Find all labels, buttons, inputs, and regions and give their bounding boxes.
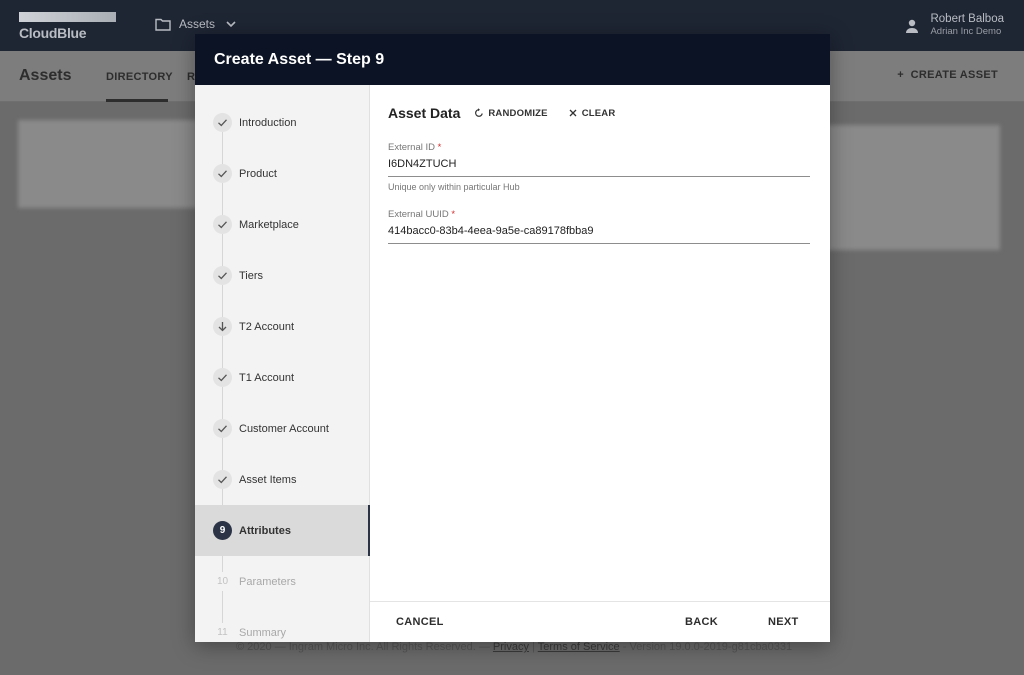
step-product[interactable]: Product	[195, 148, 370, 199]
check-icon	[213, 164, 232, 183]
footer-copyright: © 2020 — Ingram Micro Inc. All Rights Re…	[236, 641, 493, 653]
check-icon	[213, 470, 232, 489]
step-number: 10	[216, 576, 229, 587]
step-parameters[interactable]: 10 Parameters	[195, 556, 370, 607]
step-number: 9	[213, 521, 232, 540]
background-card	[828, 125, 1000, 250]
tab-active-indicator	[106, 99, 168, 102]
step-label: Tiers	[239, 269, 264, 282]
back-button[interactable]: BACK	[685, 616, 718, 628]
step-asset-items[interactable]: Asset Items	[195, 454, 370, 505]
tab-second[interactable]: R	[187, 71, 195, 83]
check-icon	[213, 113, 232, 132]
create-asset-button[interactable]: + CREATE ASSET	[897, 69, 998, 81]
check-icon	[213, 215, 232, 234]
cancel-button[interactable]: CANCEL	[396, 616, 444, 628]
create-asset-label: CREATE ASSET	[910, 69, 998, 81]
step-label: Customer Account	[239, 422, 329, 435]
required-mark: *	[451, 209, 456, 220]
step-label: Parameters	[239, 575, 296, 588]
cloudblue-logo[interactable]: CloudBlue	[19, 12, 116, 41]
refresh-icon	[475, 108, 484, 117]
external-uuid-field: External UUID * 414bacc0-83b4-4eea-9a5e-…	[388, 209, 811, 244]
check-icon	[213, 266, 232, 285]
external-id-field: External ID * I6DN4ZTUCH Unique only wit…	[388, 142, 811, 192]
dialog-actions: CANCEL BACK NEXT	[370, 601, 830, 642]
next-button[interactable]: NEXT	[768, 616, 799, 628]
brand-name: CloudBlue	[19, 25, 87, 41]
clear-label: CLEAR	[581, 107, 616, 119]
footer-separator: |	[528, 641, 538, 653]
section-selector-label: Assets	[179, 17, 216, 31]
asset-data-section: Asset Data RANDOMIZE CLEAR External ID *…	[370, 85, 830, 601]
chevron-down-icon	[226, 21, 236, 28]
close-icon	[569, 109, 577, 117]
step-label: Marketplace	[239, 218, 299, 231]
step-label: Attributes	[239, 524, 291, 537]
step-label: T1 Account	[239, 371, 295, 384]
step-summary[interactable]: 11 Summary	[195, 607, 370, 642]
arrow-down-icon	[213, 317, 232, 336]
step-introduction[interactable]: Introduction	[195, 97, 370, 148]
step-attributes[interactable]: 9 Attributes	[195, 505, 370, 556]
check-icon	[213, 368, 232, 387]
step-t1-account[interactable]: T1 Account	[195, 352, 370, 403]
randomize-button[interactable]: RANDOMIZE	[474, 107, 548, 119]
tab-directory[interactable]: DIRECTORY	[106, 71, 173, 83]
step-label: Product	[239, 167, 277, 180]
check-icon	[213, 419, 232, 438]
wizard-steps: Introduction Product Marketplace Tiers T2 Ac…	[195, 85, 370, 642]
user-menu[interactable]: Robert Balboa Adrian Inc Demo	[904, 13, 1004, 38]
section-selector[interactable]: Assets	[155, 17, 237, 31]
footer-version: - Version 19.0.0-2019-g81cba0331	[619, 641, 793, 653]
randomize-label: RANDOMIZE	[488, 107, 548, 119]
step-label: T2 Account	[239, 320, 295, 333]
step-tiers[interactable]: Tiers	[195, 250, 370, 301]
required-mark: *	[437, 142, 442, 153]
page-title: Assets	[19, 67, 72, 84]
create-asset-dialog: Create Asset — Step 9 Introduction Produc…	[195, 34, 830, 642]
user-icon	[906, 19, 919, 33]
clear-button[interactable]: CLEAR	[568, 108, 616, 119]
page-footer: © 2020 — Ingram Micro Inc. All Rights Re…	[236, 641, 792, 653]
external-id-label: External ID *	[388, 142, 442, 153]
privacy-link[interactable]: Privacy	[493, 641, 529, 653]
step-label: Summary	[239, 626, 287, 639]
step-t2-account[interactable]: T2 Account	[195, 301, 370, 352]
step-label: Asset Items	[239, 473, 297, 486]
external-id-input[interactable]: I6DN4ZTUCH	[388, 153, 810, 177]
terms-link[interactable]: Terms of Service	[538, 641, 620, 653]
step-label: Introduction	[239, 116, 297, 129]
step-marketplace[interactable]: Marketplace	[195, 199, 370, 250]
background-card	[18, 120, 198, 208]
external-id-hint: Unique only within particular Hub	[388, 182, 520, 192]
step-customer-account[interactable]: Customer Account	[195, 403, 370, 454]
section-title: Asset Data	[388, 105, 461, 121]
user-name: Robert Balboa	[930, 13, 1004, 25]
external-uuid-label: External UUID *	[388, 209, 456, 220]
user-org: Adrian Inc Demo	[930, 26, 1002, 37]
dialog-title: Create Asset — Step 9	[195, 34, 830, 85]
step-number: 11	[217, 627, 228, 638]
external-uuid-input[interactable]: 414bacc0-83b4-4eea-9a5e-ca89178fbba9	[388, 220, 810, 244]
folder-icon	[155, 18, 171, 31]
